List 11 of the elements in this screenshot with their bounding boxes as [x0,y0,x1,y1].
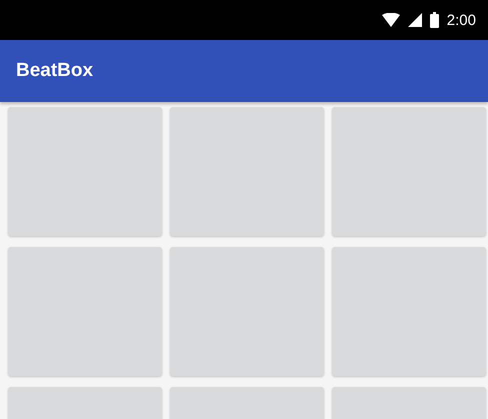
sound-button[interactable] [170,107,324,236]
sound-button[interactable] [8,107,162,236]
app-title: BeatBox [16,60,94,82]
wifi-icon [382,13,400,27]
sound-button[interactable] [332,107,486,236]
signal-icon [408,13,422,27]
sound-button[interactable] [332,247,486,376]
sound-button[interactable] [8,247,162,376]
battery-icon [430,12,439,28]
status-time: 2:00 [446,12,476,28]
sound-button[interactable] [170,247,324,376]
